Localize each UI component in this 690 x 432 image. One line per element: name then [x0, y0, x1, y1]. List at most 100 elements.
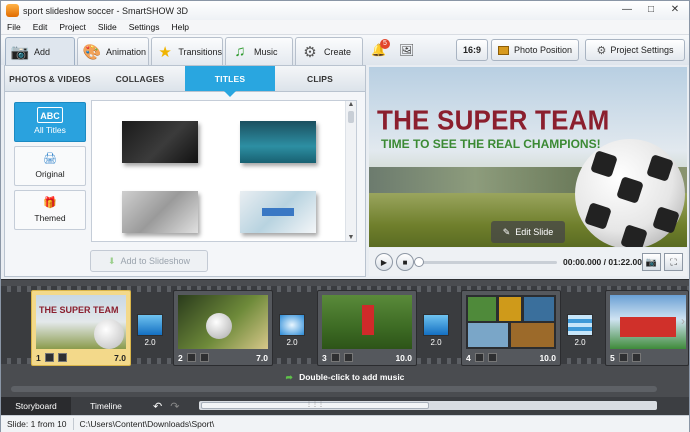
subtab-titles[interactable]: TITLES — [185, 66, 275, 97]
title-template-dark[interactable] — [122, 121, 198, 163]
notifications-button[interactable]: 🔔 5 — [371, 39, 390, 59]
transition-2[interactable]: 2.0 — [279, 314, 305, 354]
slide-2-number: 2 — [178, 352, 183, 363]
transition-3-icon — [423, 314, 449, 336]
slide-5-edit-icon[interactable] — [618, 353, 628, 362]
seek-knob[interactable] — [414, 257, 424, 267]
tab-transitions[interactable]: ★ Transitions — [151, 37, 223, 65]
slide-2-effect-icon[interactable] — [199, 353, 209, 362]
tab-animation[interactable]: 🎨 Animation — [77, 37, 149, 65]
scroll-thumb[interactable] — [348, 111, 354, 123]
subtab-photos-videos[interactable]: PHOTOS & VIDEOS — [5, 66, 95, 91]
project-settings-label: Project Settings — [610, 45, 674, 55]
slide-2-ball — [206, 313, 232, 339]
music-hint: Double-click to add music — [299, 372, 405, 382]
slide-2-edit-icon[interactable] — [186, 353, 196, 362]
tab-storyboard[interactable]: Storyboard — [1, 397, 71, 415]
title-template-teal[interactable] — [240, 121, 316, 163]
category-themed[interactable]: 🎁 Themed — [14, 190, 86, 230]
thumbnails-scrollbar[interactable]: ▲ ▼ — [345, 101, 356, 241]
slide-2-thumbnail — [178, 295, 268, 349]
subtab-collages[interactable]: COLLAGES — [95, 66, 185, 91]
tab-add[interactable]: 📷 Add — [5, 37, 75, 65]
title-categories: ABC All Titles 🖨 Original 🎁 Themed — [10, 100, 86, 270]
slide-4-effect-icon[interactable] — [487, 353, 497, 362]
redo-icon[interactable]: ↷ — [170, 400, 179, 413]
menu-help[interactable]: Help — [165, 22, 194, 32]
slide-preview[interactable]: THE SUPER TEAM TIME TO SEE THE REAL CHAM… — [369, 67, 687, 247]
status-bar: Slide: 1 from 10 C:\Users\Content\Downlo… — [1, 415, 689, 432]
category-original-label: Original — [35, 169, 65, 179]
slide-5-effect-icon[interactable] — [631, 353, 641, 362]
tab-music[interactable]: ♫ Music — [225, 37, 293, 65]
tab-transitions-label: Transitions — [178, 46, 222, 57]
slide-3-edit-icon[interactable] — [330, 353, 340, 362]
scroll-down-icon[interactable]: ▼ — [346, 234, 356, 241]
title-template-light[interactable] — [240, 191, 316, 233]
add-photo-icon: 📷 — [10, 43, 30, 61]
music-track[interactable]: ➦ Double-click to add music — [1, 372, 689, 383]
storyboard-scroll-thumb[interactable]: ⋮⋮⋮ — [201, 402, 429, 409]
menu-project[interactable]: Project — [53, 22, 91, 32]
view-tabs: Storyboard Timeline ↶ ↷ ⋮⋮⋮ — [1, 397, 689, 415]
slide-4-number: 4 — [466, 352, 471, 363]
project-settings-button[interactable]: ⚙ Project Settings — [585, 39, 685, 61]
photo-position-button[interactable]: Photo Position — [491, 39, 579, 61]
tab-add-label: Add — [34, 46, 51, 57]
stop-button[interactable]: ■ — [396, 253, 414, 271]
category-original[interactable]: 🖨 Original — [14, 146, 86, 186]
storyboard-scrollbar[interactable]: ⋮⋮⋮ — [199, 401, 657, 410]
slide-3-effect-icon[interactable] — [343, 353, 353, 362]
photo-position-label: Photo Position — [513, 45, 573, 55]
slide-4-edit-icon[interactable] — [474, 353, 484, 362]
title-bar: sport slideshow soccer - SmartSHOW 3D — … — [1, 1, 689, 20]
music-track-line[interactable] — [11, 386, 657, 392]
slide-4-duration: 10.0 — [539, 352, 556, 363]
fullscreen-button[interactable]: ⛶ — [664, 253, 683, 271]
aspect-ratio-button[interactable]: 16:9 — [456, 39, 488, 61]
slide-1-edit-icon[interactable] — [44, 353, 54, 362]
storyboard-panel: THE SUPER TEAM 1 7.0 2.0 2 7.0 2.0 3 10.0 2… — [1, 279, 689, 397]
tab-timeline[interactable]: Timeline — [71, 397, 141, 415]
gallery-icon[interactable]: 🖼 — [399, 43, 414, 57]
maximize-button[interactable]: □ — [639, 1, 663, 18]
media-panel: PHOTOS & VIDEOS COLLAGES TITLES CLIPS AB… — [4, 65, 366, 277]
play-icon: ▶ — [380, 257, 388, 267]
slide-5-number: 5 — [610, 352, 615, 363]
slide-2[interactable]: 2 7.0 — [173, 290, 273, 366]
slide-4[interactable]: 4 10.0 — [461, 290, 561, 366]
menu-slide[interactable]: Slide — [92, 22, 123, 32]
undo-icon[interactable]: ↶ — [153, 400, 162, 413]
fullscreen-icon: ⛶ — [670, 256, 677, 267]
scroll-right-icon[interactable]: › — [677, 314, 689, 336]
menu-file[interactable]: File — [1, 22, 27, 32]
seek-bar[interactable] — [414, 257, 557, 267]
subtab-clips[interactable]: CLIPS — [275, 66, 365, 91]
tab-create[interactable]: ⚙ Create — [295, 37, 363, 65]
edit-slide-button[interactable]: ✎ Edit Slide — [491, 221, 565, 243]
scroll-up-icon[interactable]: ▲ — [346, 101, 356, 108]
transition-1[interactable]: 2.0 — [137, 314, 163, 354]
transition-1-duration: 2.0 — [144, 338, 156, 347]
gift-icon: 🎁 — [43, 197, 57, 209]
menu-edit[interactable]: Edit — [27, 22, 54, 32]
slide-1[interactable]: THE SUPER TEAM 1 7.0 — [31, 290, 131, 366]
minimize-button[interactable]: — — [615, 1, 639, 18]
transition-4[interactable]: 2.0 — [567, 314, 593, 354]
slide-3[interactable]: 3 10.0 — [317, 290, 417, 366]
snapshot-button[interactable]: 📷 — [642, 253, 661, 271]
close-button[interactable]: ✕ — [663, 1, 687, 18]
add-to-slideshow-button[interactable]: ⬇ Add to Slideshow — [90, 250, 208, 272]
category-themed-label: Themed — [34, 213, 66, 223]
slide-1-effect-icon[interactable] — [57, 353, 67, 362]
menu-settings[interactable]: Settings — [123, 22, 166, 32]
transition-3[interactable]: 2.0 — [423, 314, 449, 354]
play-button[interactable]: ▶ — [375, 253, 393, 271]
window-title: sport slideshow soccer - SmartSHOW 3D — [23, 5, 189, 16]
player-controls: ▶ ■ 00:00.000 / 01:22.000 📷 ⛶ — [369, 248, 687, 276]
template-label-bar — [262, 208, 294, 216]
stop-icon: ■ — [402, 257, 408, 267]
title-template-grey[interactable] — [122, 191, 198, 233]
category-all-titles[interactable]: ABC All Titles — [14, 102, 86, 142]
tab-music-label: Music — [254, 46, 278, 57]
